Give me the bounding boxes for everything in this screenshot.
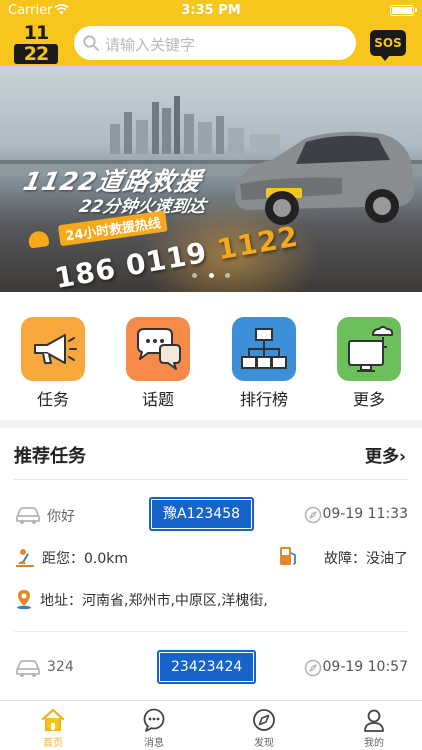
logo-top-text: 11 (23, 22, 49, 44)
quick-menu: 任务 话题 排行榜 更多 (0, 292, 422, 420)
task-time: 09-19 10:57 (322, 659, 408, 675)
app-logo: 11 22 (14, 24, 58, 64)
task-row-header: 你好 豫A123458 09-19 11:33 (14, 497, 408, 531)
tab-label-profile: 我的 (364, 738, 384, 749)
banner-page-indicator[interactable] (0, 263, 422, 282)
chevron-right-icon: › (398, 447, 406, 467)
search-input[interactable]: 请输入关键字 (74, 26, 356, 60)
compass-time-icon (304, 659, 322, 677)
task-fault: 故障：没油了 (324, 551, 408, 567)
tab-label-messages: 消息 (144, 738, 164, 749)
search-placeholder: 请输入关键字 (105, 36, 196, 54)
section-title: 推荐任务 (14, 446, 86, 467)
task-name: 324 (47, 659, 74, 675)
menu-item-topics[interactable]: 话题 (126, 317, 190, 410)
task-row-info: 距您：0.0km 故障：没油了 (14, 544, 408, 570)
task-time: 09-19 11:33 (322, 506, 408, 522)
user-icon (364, 709, 384, 732)
bottom-tab-bar: 首页 消息 发现 我的 (0, 700, 422, 750)
tab-label-discover: 发现 (254, 738, 274, 749)
task-name: 你好 (47, 509, 75, 525)
section-separator (0, 420, 422, 428)
fuel-icon (280, 547, 296, 565)
tab-profile[interactable]: 我的 (344, 707, 404, 749)
compass-time-icon (304, 506, 322, 524)
hierarchy-icon (232, 317, 296, 381)
sos-button[interactable]: SOS (370, 30, 406, 61)
message-icon (143, 708, 165, 732)
compass-icon (253, 709, 275, 731)
task-list: 你好 豫A123458 09-19 11:33 距您：0.0km 故障：没油了 … (0, 480, 422, 700)
task-row-address: 地址：河南省,郑州市,中原区,洋槐街, (14, 586, 408, 612)
recommended-header: 推荐任务 更多› (0, 428, 422, 480)
menu-item-leaderboard[interactable]: 排行榜 (232, 317, 296, 410)
menu-item-more[interactable]: 更多 (337, 317, 401, 410)
menu-label-tasks: 任务 (36, 390, 69, 409)
task-card[interactable]: 你好 豫A123458 09-19 11:33 距您：0.0km 故障：没油了 … (0, 480, 422, 632)
more-label: 更多 (364, 447, 399, 467)
tab-discover[interactable]: 发现 (234, 707, 294, 749)
car-image (235, 131, 414, 225)
tab-home[interactable]: 首页 (23, 707, 83, 749)
clock-time: 3:35 PM (181, 3, 241, 18)
page-dot[interactable] (192, 273, 198, 278)
license-plate: 豫A123458 (149, 497, 255, 531)
search-icon (83, 35, 99, 51)
megaphone-icon (21, 317, 85, 381)
tab-messages[interactable]: 消息 (124, 707, 184, 749)
location-pin-icon (17, 590, 31, 610)
menu-item-tasks[interactable]: 任务 (21, 317, 85, 410)
menu-label-more: 更多 (352, 390, 385, 409)
car-icon (16, 660, 40, 677)
logo-bottom-text: 22 (14, 44, 58, 64)
page-dot-active[interactable] (208, 273, 214, 278)
menu-label-leaderboard: 排行榜 (239, 390, 288, 409)
phone-icon (27, 229, 50, 249)
battery-icon (390, 5, 417, 16)
promo-banner[interactable]: 1122道路救援 22分钟火速到达 24小时救援热线 186 0119 1122 (0, 66, 422, 292)
menu-label-topics: 话题 (141, 390, 174, 409)
page-dot[interactable] (224, 273, 230, 278)
app-screen: Carrier 3:35 PM 11 22 请输入关键字 SOS 1122道路救… (0, 0, 422, 750)
task-distance: 距您：0.0km (42, 551, 129, 567)
more-link[interactable]: 更多› (365, 442, 406, 467)
task-row-header: 324 23423424 09-19 10:57 (14, 650, 408, 684)
task-card[interactable]: 324 23423424 09-19 10:57 (0, 632, 422, 700)
distance-icon (16, 549, 34, 567)
chat-bubbles-icon (126, 317, 190, 381)
tab-label-home: 首页 (43, 738, 63, 749)
top-header: Carrier 3:35 PM 11 22 请输入关键字 SOS (0, 0, 422, 66)
task-address: 地址：河南省,郑州市,中原区,洋槐街, (40, 593, 268, 609)
status-bar: Carrier 3:35 PM (0, 0, 422, 22)
home-icon (41, 708, 65, 732)
license-plate: 23423424 (157, 650, 257, 684)
monitor-cloud-icon (337, 317, 401, 381)
car-icon (16, 507, 40, 524)
